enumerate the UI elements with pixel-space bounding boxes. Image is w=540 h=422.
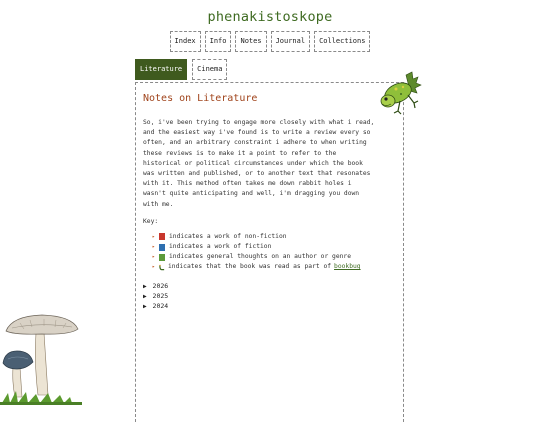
- notes-panel: Notes on Literature So, i've been trying…: [135, 82, 404, 422]
- intro-paragraph: So, i've been trying to engage more clos…: [143, 118, 396, 210]
- nav-info-button[interactable]: Info: [204, 31, 232, 52]
- bullet-icon: ▸: [152, 244, 156, 251]
- site-title[interactable]: phenakistoskope: [0, 9, 540, 25]
- intro-line: historical or political circumstances un…: [143, 159, 363, 167]
- intro-line: with me.: [143, 200, 174, 208]
- nav-index-button[interactable]: Index: [169, 31, 201, 52]
- year-toggle-2026[interactable]: ▶ 2026: [143, 281, 396, 291]
- red-book-icon: [159, 233, 166, 241]
- year-label: 2026: [152, 281, 169, 290]
- intro-line: So, i've been trying to engage more clos…: [143, 119, 375, 126]
- intro-line: was written and published, or to another…: [143, 170, 371, 178]
- nav-journal-button[interactable]: Journal: [270, 31, 311, 52]
- intro-line: wasn't quite anticipating and well, i'm …: [143, 190, 360, 198]
- section-tabs: Literature Cinema: [135, 59, 228, 80]
- disclosure-triangle-icon: ▶: [143, 282, 147, 290]
- blue-book-icon: [159, 243, 166, 251]
- year-label: 2025: [152, 291, 169, 300]
- year-list: ▶ 2026 ▶ 2025 ▶ 2024: [143, 281, 396, 312]
- intro-line: and the easiest way i've found is to wri…: [143, 129, 371, 137]
- intro-line: often, and an arbitrary constraint i adh…: [143, 139, 367, 147]
- page-title: Notes on Literature: [143, 93, 258, 104]
- tab-literature[interactable]: Literature: [135, 59, 188, 80]
- year-label: 2024: [152, 301, 169, 310]
- key-item-bookbug: ▸ indicates that the book was read as pa…: [152, 262, 396, 272]
- bookworm-icon: [159, 264, 165, 271]
- key-label: Key:: [143, 217, 159, 225]
- nav-notes-button[interactable]: Notes: [235, 31, 267, 52]
- key-item-general: ▸ indicates general thoughts on an autho…: [152, 252, 396, 262]
- disclosure-triangle-icon: ▶: [143, 302, 147, 310]
- intro-line: these reviews is to make it a point to r…: [143, 149, 337, 157]
- lizard-illustration-icon: [380, 71, 422, 115]
- key-item-text: indicates that the book was read as part…: [168, 263, 332, 271]
- key-list: ▸ indicates a work of non-fiction ▸ indi…: [143, 232, 396, 273]
- bullet-icon: ▸: [152, 254, 156, 261]
- year-toggle-2024[interactable]: ▶ 2024: [143, 301, 396, 311]
- key-item-fiction: ▸ indicates a work of fiction: [152, 242, 396, 252]
- nav-collections-button[interactable]: Collections: [314, 31, 371, 52]
- top-navigation: Index Info Notes Journal Collections: [0, 31, 540, 52]
- bullet-icon: ▸: [152, 264, 156, 271]
- key-item-text: indicates a work of fiction: [169, 243, 272, 251]
- green-book-icon: [159, 253, 166, 261]
- year-toggle-2025[interactable]: ▶ 2025: [143, 291, 396, 301]
- bullet-icon: ▸: [152, 233, 156, 240]
- mushrooms-illustration-icon: [0, 314, 82, 405]
- disclosure-triangle-icon: ▶: [143, 292, 147, 300]
- intro-line: with it. This method often takes me down…: [143, 180, 352, 188]
- bookbug-link[interactable]: bookbug: [334, 262, 361, 272]
- key-item-text: indicates general thoughts on an author …: [169, 253, 351, 261]
- tab-cinema[interactable]: Cinema: [192, 59, 228, 80]
- key-item-text: indicates a work of non-fiction: [169, 232, 287, 240]
- key-item-nonfiction: ▸ indicates a work of non-fiction: [152, 232, 396, 242]
